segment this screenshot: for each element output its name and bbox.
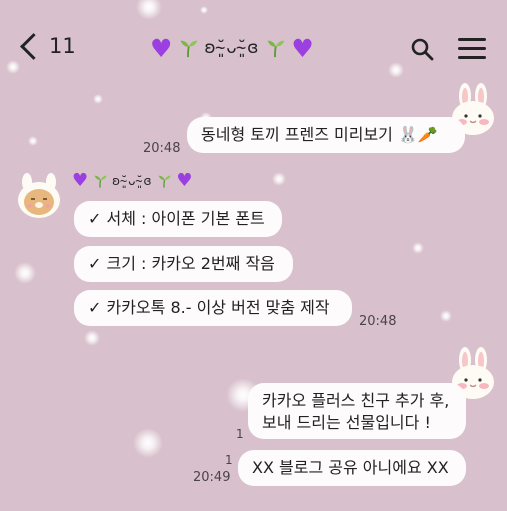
message-text: ✓ 카카오톡 8.- 이상 버전 맞춤 제작 <box>88 298 330 317</box>
chat-title-text: ʚ˘̴͈ᴗ˘̴͈ɞ <box>204 38 260 58</box>
friend-avatar-icon <box>18 173 60 218</box>
sparkle-decoration <box>133 428 163 458</box>
sprout-icon <box>181 40 198 58</box>
message-text: XX 블로그 공유 아니에요 XX <box>252 458 449 477</box>
sprout-icon <box>268 40 285 58</box>
sender-name-text: ʚ˘̴͈ᴗ˘̴͈ɞ <box>112 174 153 188</box>
chevron-left-icon <box>20 32 47 60</box>
message-bubble[interactable]: 동네형 토끼 프렌즈 미리보기 🐰🥕 <box>187 117 465 153</box>
sparkle-decoration <box>136 0 162 20</box>
sparkle-decoration <box>28 136 38 146</box>
unread-chat-count: 11 <box>49 34 76 58</box>
message-text-line: 보내 드리는 선물입니다 ! <box>262 413 431 432</box>
message-bubble[interactable]: ✓ 크기 : 카카오 2번째 작음 <box>74 246 293 282</box>
menu-icon[interactable] <box>458 38 486 60</box>
search-icon[interactable] <box>410 37 434 61</box>
purple-heart-icon: ♥ <box>176 170 193 191</box>
message-text-line: 카카오 플러스 친구 추가 후, <box>262 391 450 410</box>
purple-heart-icon: ♥ <box>150 33 173 63</box>
message-time: 20:48 <box>143 141 181 156</box>
sparkle-decoration <box>14 262 36 284</box>
sparkle-decoration <box>93 94 103 104</box>
chat-header: 11 ♥ ʚ˘̴͈ᴗ˘̴͈ɞ ♥ <box>0 20 507 76</box>
chat-screen: 11 ♥ ʚ˘̴͈ᴗ˘̴͈ɞ ♥ 20:48 동네형 토끼 프렌즈 미리보기 🐰… <box>0 0 507 511</box>
sprout-icon <box>159 175 172 188</box>
message-time: 20:49 <box>193 470 231 485</box>
purple-heart-icon: ♥ <box>72 170 89 191</box>
sprout-icon <box>94 175 107 188</box>
unread-count: 1 <box>225 453 233 467</box>
sparkle-decoration <box>440 310 452 322</box>
message-text: 동네형 토끼 프렌즈 미리보기 🐰🥕 <box>201 125 438 144</box>
unread-count: 1 <box>236 427 244 441</box>
purple-heart-icon: ♥ <box>291 33 314 63</box>
sparkle-decoration <box>84 330 100 346</box>
message-bubble[interactable]: XX 블로그 공유 아니에요 XX <box>238 450 466 486</box>
sparkle-decoration <box>272 172 286 186</box>
message-bubble[interactable]: 카카오 플러스 친구 추가 후, 보내 드리는 선물입니다 ! <box>248 383 466 439</box>
sparkle-decoration <box>412 242 424 254</box>
sparkle-decoration <box>200 6 208 14</box>
back-button[interactable]: 11 <box>18 32 76 60</box>
chat-title: ♥ ʚ˘̴͈ᴗ˘̴͈ɞ ♥ <box>150 30 314 66</box>
message-bubble[interactable]: ✓ 카카오톡 8.- 이상 버전 맞춤 제작 <box>74 290 352 326</box>
message-bubble[interactable]: ✓ 서체 : 아이폰 기본 폰트 <box>74 201 282 237</box>
message-text: ✓ 서체 : 아이폰 기본 폰트 <box>88 209 265 228</box>
sender-name: ♥ ʚ˘̴͈ᴗ˘̴͈ɞ ♥ <box>72 172 193 190</box>
message-text: ✓ 크기 : 카카오 2번째 작음 <box>88 254 275 273</box>
message-time: 20:48 <box>359 314 397 329</box>
